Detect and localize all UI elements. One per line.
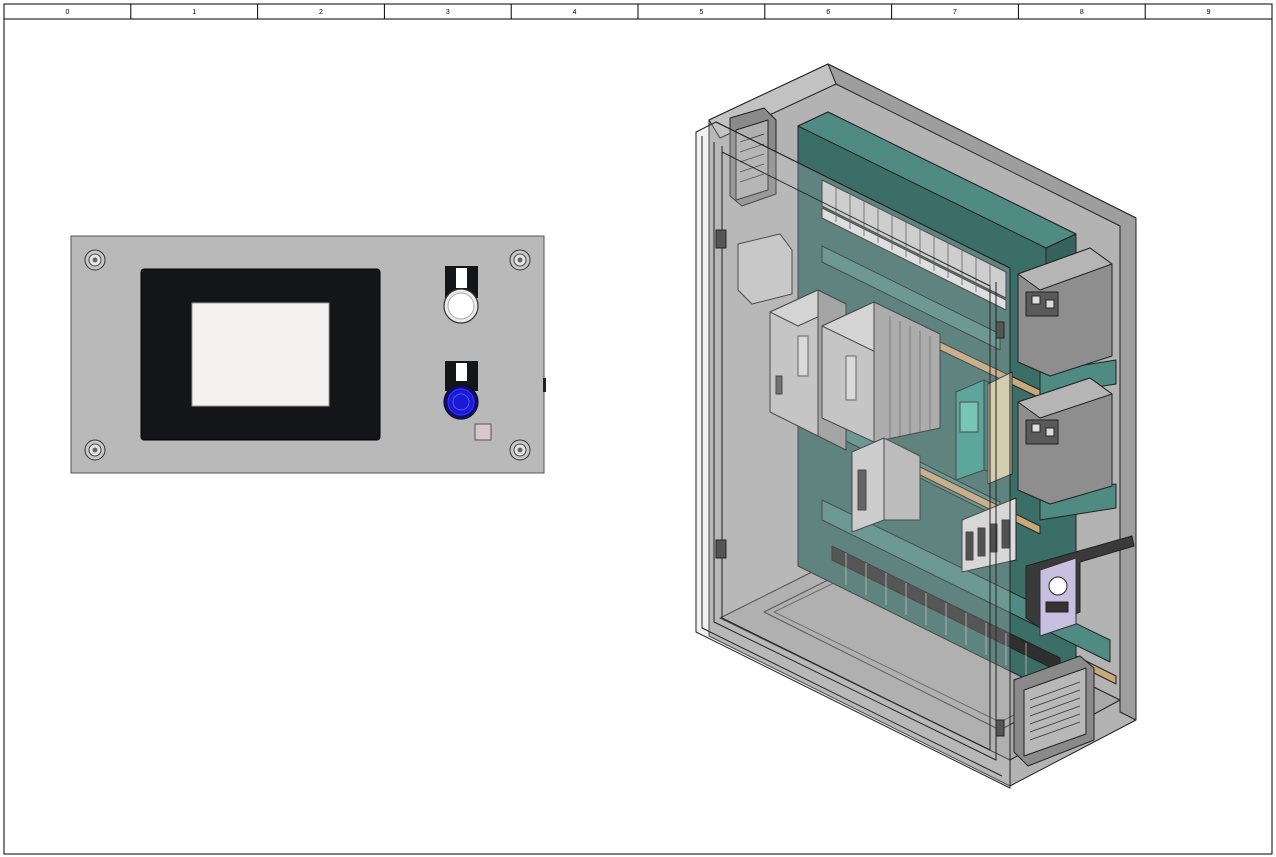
ruler-column-label: 1 — [192, 9, 196, 16]
ruler-column-label: 9 — [1207, 9, 1211, 16]
ruler-column-label: 4 — [573, 9, 577, 16]
ruler-column-label: 2 — [319, 9, 323, 16]
panel-edge-notch — [543, 378, 546, 392]
white-pushbutton — [443, 266, 479, 324]
panel-screw — [84, 439, 106, 461]
ruler-column-label: 5 — [699, 9, 703, 16]
ruler-column-label: 6 — [826, 9, 830, 16]
ruler-column-label: 7 — [953, 9, 957, 16]
ruler-column-label: 3 — [446, 9, 450, 16]
panel-screw — [509, 249, 531, 271]
front-panel — [70, 235, 546, 474]
indicator-square — [474, 423, 492, 441]
panel-screw — [84, 249, 106, 271]
hmi-screen — [191, 302, 330, 407]
contactor-lower — [1017, 377, 1113, 505]
ruler-column-label: 0 — [65, 9, 69, 16]
panel-screw — [509, 439, 531, 461]
ruler-column-label: 8 — [1080, 9, 1084, 16]
drawing-sheet: 0 1 2 3 4 5 6 7 8 9 — [3, 3, 1273, 855]
blue-pushbutton — [443, 361, 479, 420]
